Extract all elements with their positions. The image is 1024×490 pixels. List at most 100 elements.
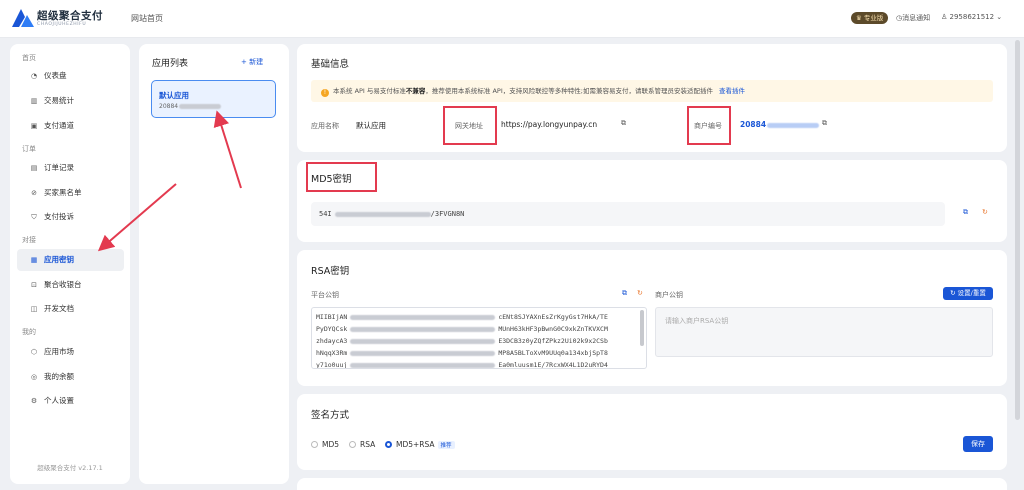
app-id-prefix: 20884 <box>159 103 179 110</box>
sidebar-item-docs[interactable]: ◫ 开发文档 <box>17 298 124 320</box>
complaint-icon: ⛉ <box>31 213 37 221</box>
sidebar-item-label: 开发文档 <box>44 304 74 313</box>
version-label: 超级聚合支付 v2.17.1 <box>37 464 103 472</box>
chevron-down-icon: ⌄ <box>994 13 1003 21</box>
sidebar-item-channel[interactable]: ▣ 支付通道 <box>17 115 124 137</box>
sidebar-item-market[interactable]: ⬡ 应用市场 <box>17 341 124 363</box>
channel-icon: ▣ <box>30 122 38 130</box>
page-scrollbar[interactable] <box>1015 40 1020 420</box>
sidebar-item-label: 应用市场 <box>44 347 74 356</box>
radio-dot-selected <box>385 441 392 448</box>
merchant-id-prefix: 20884 <box>740 120 767 129</box>
merchant-id-value: 20884 <box>740 120 820 129</box>
sign-method-card: 签名方式 MD5 RSA MD5+RSA 推荐 保存 <box>297 394 1007 470</box>
copy-merchant-icon[interactable]: ⧉ <box>822 119 827 128</box>
dashboard-icon: ◔ <box>30 72 38 80</box>
copy-md5-icon[interactable]: ⧉ <box>963 208 968 217</box>
copy-platform-key-icon[interactable]: ⧉ <box>622 289 627 298</box>
md5-key-suffix: /3FVGN8N <box>430 210 465 218</box>
key-line-start: PyDYQCsk <box>316 325 348 333</box>
key-line: PyDYQCsk MUnH63kHF3pBwnG0C9xkZnTKVXCM <box>312 323 646 335</box>
wallet-icon: ◎ <box>30 373 38 381</box>
key-line-start: hNqqX3Rm <box>316 349 348 357</box>
sidebar-item-orders[interactable]: ▤ 订单记录 <box>17 157 124 179</box>
pro-badge-label: 专业版 <box>863 14 884 22</box>
user-id: 2958621512 <box>949 13 995 21</box>
key-line-end: cENt8SJYAXnEsZrKgyGst7HkA/TE <box>498 313 608 321</box>
notification-label: 消息通知 <box>902 14 931 22</box>
platform-key-label: 平台公钥 <box>311 291 339 299</box>
radio-label: MD5+RSA <box>396 440 435 449</box>
sidebar-item-stats[interactable]: ▥ 交易统计 <box>17 90 124 112</box>
sidebar-item-app-key[interactable]: ▦ 应用密钥 <box>17 249 124 271</box>
sidebar-item-settings[interactable]: ⚙ 个人设置 <box>17 390 124 412</box>
sidebar-item-cashier[interactable]: ⊡ 聚合收银台 <box>17 274 124 296</box>
logo-title: 超级聚合支付 <box>37 10 103 22</box>
md5-key-prefix: 54I <box>319 210 332 218</box>
md5-card: MD5密钥 54I/3FVGN8N ⧉ ↻ <box>297 160 1007 242</box>
md5-key-field[interactable]: 54I/3FVGN8N <box>311 202 945 226</box>
app-card-default[interactable]: 默认应用 20884 <box>151 80 276 118</box>
basic-info-title: 基础信息 <box>311 59 350 70</box>
warning-text-post: ，推荐使用本系统标准 API，支持风险联控等多种特性;如需兼容易支付，请联系管理… <box>425 87 713 95</box>
key-line-end: Ea0mluusm1E/7RcxWX4L1D2uRYD4 <box>498 361 608 369</box>
key-line-end: MUnH63kHF3pBwnG0C9xkZnTKVXCM <box>498 325 608 333</box>
order-icon: ▤ <box>30 164 38 172</box>
sidebar-item-label: 聚合收银台 <box>44 280 82 289</box>
sidebar-item-label: 买家黑名单 <box>44 188 82 197</box>
new-app-button[interactable]: + 新建 <box>241 57 263 67</box>
user-menu[interactable]: ♙ 2958621512 ⌄ <box>941 13 1002 21</box>
cashier-icon: ⊡ <box>31 281 37 289</box>
key-icon: ▦ <box>30 256 38 264</box>
app-card-name: 默认应用 <box>159 91 189 100</box>
merchant-key-label: 商户公钥 <box>655 291 683 299</box>
bar-chart-icon: ▥ <box>30 97 38 105</box>
radio-rsa[interactable]: RSA <box>349 440 375 449</box>
sidebar-item-balance[interactable]: ◎ 我的余额 <box>17 366 124 388</box>
radio-md5[interactable]: MD5 <box>311 440 339 449</box>
recommend-badge: 推荐 <box>437 441 455 449</box>
radio-md5-rsa[interactable]: MD5+RSA 推荐 <box>385 440 455 449</box>
settings-icon: ⚙ <box>30 397 38 405</box>
radio-dot <box>349 441 356 448</box>
refresh-md5-icon[interactable]: ↻ <box>982 208 988 216</box>
copy-gateway-icon[interactable]: ⧉ <box>621 119 626 128</box>
set-reset-key-button[interactable]: ↻ 设置/重置 <box>943 287 993 300</box>
key-line: MIIBIjAN cENt8SJYAXnEsZrKgyGst7HkA/TE <box>312 311 646 323</box>
new-app-label: 新建 <box>249 58 264 66</box>
key-line: hNqqX3Rm MP8A5BLToXvM9UUq0a134xbjSpT8 <box>312 347 646 359</box>
sidebar-item-label: 订单记录 <box>44 163 74 172</box>
view-plugin-link[interactable]: 查看插件 <box>719 87 745 95</box>
sidebar-item-label: 我的余额 <box>44 372 74 381</box>
refresh-platform-key-icon[interactable]: ↻ <box>637 289 643 297</box>
key-line-end: E3DCB3z0yZQfZPkz2Ui02k9x2CSb <box>498 337 608 345</box>
platform-key-textarea[interactable]: MIIBIjAN cENt8SJYAXnEsZrKgyGst7HkA/TE PyD… <box>311 307 647 369</box>
redacted-mask <box>767 122 820 128</box>
notification-button[interactable]: ◷消息通知 <box>896 13 930 23</box>
crown-icon: ♛ <box>856 14 864 22</box>
rsa-title: RSA密钥 <box>311 266 350 277</box>
sidebar-section-mine: 我的 <box>22 328 36 336</box>
sidebar-item-blacklist[interactable]: ⊘ 买家黑名单 <box>17 182 124 204</box>
basic-info-card: 基础信息 ! 本系统 API 与易支付标准不兼容，推荐使用本系统标准 API，支持… <box>297 44 1007 152</box>
app-list-panel: 应用列表 + 新建 默认应用 20884 <box>139 44 289 484</box>
annotation-box-merchant <box>687 106 731 145</box>
radio-label: MD5 <box>322 440 340 449</box>
warning-text-bold: 不兼容 <box>405 87 426 95</box>
logo-subtitle: CHAOJIJUHEZHIFU <box>37 22 87 27</box>
rsa-card: RSA密钥 平台公钥 ⧉ ↻ MIIBIjAN cENt8SJYAXnEsZrKg… <box>297 250 1007 386</box>
key-line-start: zhdaycA3 <box>316 337 348 345</box>
sidebar-item-label: 支付通道 <box>44 121 74 130</box>
user-icon: ♙ <box>941 13 950 21</box>
redacted-mask <box>179 104 222 109</box>
sidebar-item-label: 个人设置 <box>44 396 74 405</box>
save-button[interactable]: 保存 <box>963 436 993 452</box>
sidebar-item-complaint[interactable]: ⛉ 支付投诉 <box>17 206 124 228</box>
book-icon: ◫ <box>30 305 38 313</box>
nav-home-link[interactable]: 网站首页 <box>131 13 163 24</box>
merchant-key-textarea[interactable]: 请输入商户RSA公钥 <box>655 307 993 357</box>
sidebar-section-integration: 对接 <box>22 236 36 244</box>
sidebar-item-dashboard[interactable]: ◔ 仪表盘 <box>17 65 124 87</box>
sidebar-item-label: 应用密钥 <box>44 255 74 264</box>
platform-key-scrollbar[interactable] <box>640 310 644 346</box>
